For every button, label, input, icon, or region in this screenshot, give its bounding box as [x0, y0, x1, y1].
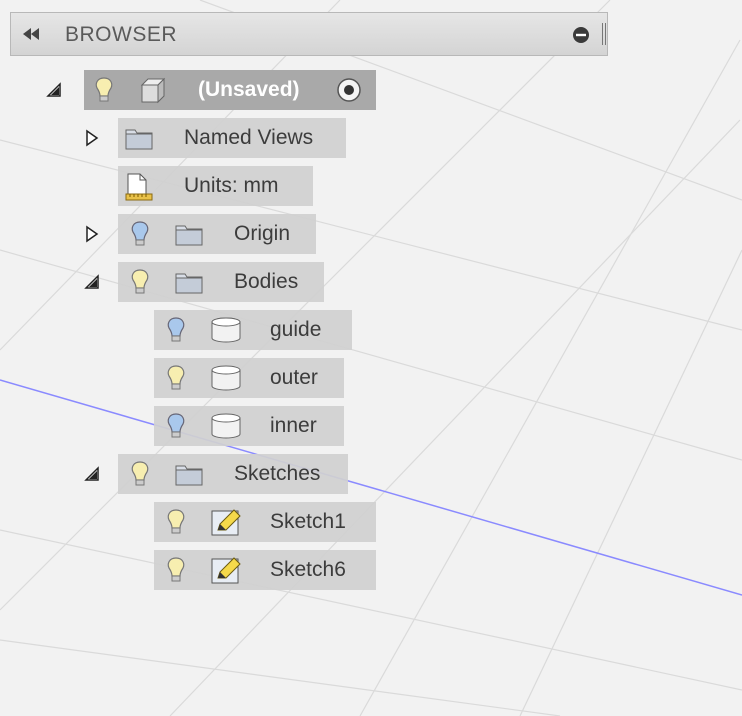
tree-node-label: Sketches — [234, 462, 321, 485]
lightbulb-icon[interactable] — [126, 460, 154, 488]
folder-icon — [174, 460, 203, 488]
lightbulb-icon[interactable] — [162, 508, 190, 536]
lightbulb-icon[interactable] — [162, 364, 190, 392]
folder-icon — [174, 220, 203, 248]
sketch-pencil-icon — [210, 508, 241, 536]
tree-node-label: Origin — [234, 222, 291, 245]
tree-node-label: outer — [270, 366, 318, 389]
expand-triangle-icon[interactable] — [84, 225, 100, 243]
lightbulb-off-icon[interactable] — [162, 316, 190, 344]
tree-node-label: Bodies — [234, 270, 299, 293]
browser-title: BROWSER — [65, 23, 178, 46]
lightbulb-icon[interactable] — [126, 268, 154, 296]
lightbulb-icon[interactable] — [90, 76, 118, 104]
folder-icon — [174, 268, 203, 296]
collapse-triangle-icon[interactable] — [84, 274, 100, 292]
panel-grip[interactable] — [602, 23, 606, 45]
body-cylinder-icon — [210, 316, 241, 344]
tree-node-label: guide — [270, 318, 322, 341]
expand-triangle-icon[interactable] — [84, 129, 100, 147]
folder-icon — [124, 124, 153, 152]
component-box-icon — [138, 76, 166, 104]
minus-circle-icon[interactable] — [572, 26, 590, 49]
tree-node-label: Named Views — [184, 126, 314, 149]
units-document-icon — [124, 172, 153, 201]
body-cylinder-icon — [210, 412, 241, 440]
tree-node-label: inner — [270, 414, 317, 437]
rewind-icon[interactable] — [21, 26, 41, 47]
body-cylinder-icon — [210, 364, 241, 392]
tree-node-label: Sketch1 — [270, 510, 346, 533]
radio-active-icon[interactable] — [335, 76, 363, 104]
lightbulb-off-icon[interactable] — [126, 220, 154, 248]
lightbulb-icon[interactable] — [162, 556, 190, 584]
browser-panel-header: BROWSER — [10, 12, 608, 56]
lightbulb-off-icon[interactable] — [162, 412, 190, 440]
tree-node-label: (Unsaved) — [198, 78, 300, 101]
collapse-triangle-icon[interactable] — [46, 82, 62, 100]
collapse-triangle-icon[interactable] — [84, 466, 100, 484]
tree-node-label: Sketch6 — [270, 558, 346, 581]
tree-node-label: Units: mm — [184, 174, 279, 197]
sketch-pencil-icon — [210, 556, 241, 584]
